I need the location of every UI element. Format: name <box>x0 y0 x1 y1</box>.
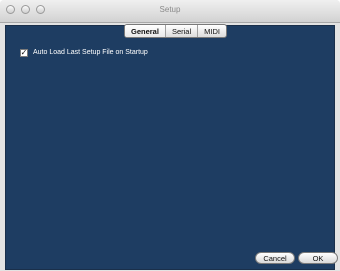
auto-load-checkbox[interactable]: ✓ <box>20 48 28 57</box>
settings-panel <box>5 25 335 270</box>
auto-load-label: Auto Load Last Setup File on Startup <box>33 49 148 56</box>
tab-general[interactable]: General <box>125 25 166 37</box>
tab-bar: General Serial MIDI <box>124 24 227 38</box>
ok-button[interactable]: OK <box>298 252 338 264</box>
cancel-button[interactable]: Cancel <box>255 252 295 264</box>
setup-window: Setup General Serial MIDI ✓ Auto Load La… <box>0 0 340 271</box>
auto-load-option[interactable]: ✓ Auto Load Last Setup File on Startup <box>20 48 148 57</box>
title-bar[interactable]: Setup <box>0 0 340 23</box>
tab-serial[interactable]: Serial <box>166 25 199 37</box>
tab-midi[interactable]: MIDI <box>198 25 226 37</box>
window-title: Setup <box>159 5 181 14</box>
